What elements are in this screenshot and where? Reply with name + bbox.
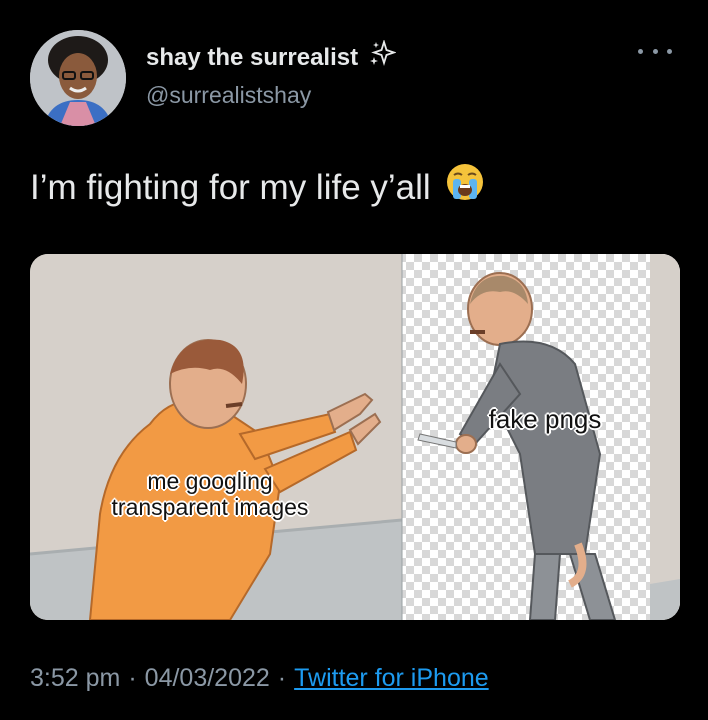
caption-right: fake pngs [488, 404, 602, 434]
caption-left-line-2: transparent images [111, 494, 309, 520]
user-handle[interactable]: @surrealistshay [146, 80, 396, 110]
separator: · [128, 664, 137, 692]
author-block: shay the surrealist @surrealistshay [146, 38, 397, 110]
tweet-text-content: I’m fighting for my life y’all [30, 167, 431, 207]
sparkles-icon [368, 38, 397, 76]
more-options-icon[interactable] [638, 44, 672, 58]
avatar[interactable] [30, 30, 126, 126]
display-name[interactable]: shay the surrealist [146, 38, 397, 76]
tweet-text: I’m fighting for my life y’all [30, 162, 485, 213]
caption-left-line-1: me googling [147, 468, 273, 494]
separator: · [277, 664, 287, 692]
loudly-crying-face-icon [445, 162, 485, 213]
display-name-text[interactable]: shay the surrealist [146, 43, 358, 73]
tweet-date[interactable]: 04/03/2022 [145, 664, 270, 693]
caption-left: me googling transparent images [80, 468, 340, 520]
tweet-image[interactable]: me googling transparent images fake pngs [30, 254, 680, 620]
tweet-time[interactable]: 3:52 pm [30, 664, 120, 693]
tweet-metadata: 3:52 pm · 04/03/2022 · Twitter for iPhon… [30, 664, 489, 693]
tweet-source-link[interactable]: Twitter for iPhone [294, 664, 489, 693]
tweet-card: shay the surrealist @surrealistshay I’m … [0, 0, 708, 720]
